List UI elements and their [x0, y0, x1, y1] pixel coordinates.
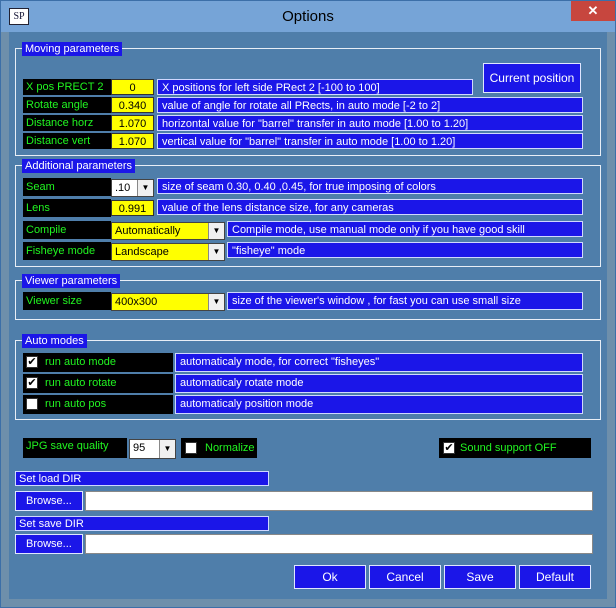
viewer-parameters-title: Viewer parameters: [22, 274, 121, 288]
lens-input[interactable]: 0.991: [111, 200, 154, 216]
x-pos-input[interactable]: 0: [111, 79, 154, 95]
save-button[interactable]: Save: [444, 565, 516, 589]
chevron-down-icon[interactable]: ▼: [208, 223, 224, 239]
normalize-checkbox[interactable]: [185, 442, 197, 454]
lens-label: Lens: [23, 199, 111, 217]
fisheye-mode-label: Fisheye mode: [23, 242, 111, 260]
auto-mode-desc: automaticaly mode, for correct "fisheyes…: [175, 353, 583, 372]
load-browse-button[interactable]: Browse...: [15, 491, 83, 511]
close-button[interactable]: ✕: [571, 1, 615, 21]
compile-desc: Compile mode, use manual mode only if yo…: [227, 221, 583, 237]
ok-button[interactable]: Ok: [294, 565, 366, 589]
window-title: Options: [282, 8, 334, 25]
chevron-down-icon[interactable]: ▼: [137, 180, 153, 196]
fisheye-mode-value: Landscape: [115, 246, 169, 258]
auto-pos-checkbox[interactable]: [26, 398, 38, 410]
save-dir-input[interactable]: [85, 534, 593, 554]
distance-horz-input[interactable]: 1.070: [111, 115, 154, 131]
seam-label: Seam: [23, 178, 111, 196]
fisheye-mode-desc: "fisheye" mode: [227, 242, 583, 258]
auto-mode-checkbox[interactable]: ✔: [26, 356, 38, 368]
lens-desc: value of the lens distance size, for any…: [157, 199, 583, 215]
seam-value: .10: [115, 182, 131, 194]
auto-modes-title: Auto modes: [22, 334, 87, 348]
distance-horz-desc: horizontal value for "barrel" transfer i…: [157, 115, 583, 131]
viewer-size-select[interactable]: 400x300 ▼: [111, 293, 225, 311]
title-bar[interactable]: SP Options ✕: [1, 1, 615, 32]
save-dir-label: Set save DIR: [15, 516, 269, 531]
chevron-down-icon[interactable]: ▼: [208, 244, 224, 260]
sound-label[interactable]: Sound support OFF: [460, 440, 557, 456]
client-area: Moving parameters Current position X pos…: [9, 32, 607, 599]
save-browse-button[interactable]: Browse...: [15, 534, 83, 554]
moving-parameters-title: Moving parameters: [22, 42, 123, 56]
jpg-quality-select[interactable]: 95 ▼: [129, 439, 176, 459]
seam-select[interactable]: .10 ▼: [111, 179, 154, 197]
viewer-size-value: 400x300: [115, 296, 158, 308]
x-pos-desc: X positions for left side PRect 2 [-100 …: [157, 79, 473, 95]
chevron-down-icon[interactable]: ▼: [208, 294, 224, 310]
distance-vert-input[interactable]: 1.070: [111, 133, 154, 149]
auto-rotate-label[interactable]: run auto rotate: [45, 375, 117, 391]
seam-desc: size of seam 0.30, 0.40 ,0.45, for true …: [157, 178, 583, 194]
fisheye-mode-select[interactable]: Landscape ▼: [111, 243, 225, 261]
current-position-button[interactable]: Current position: [483, 63, 581, 93]
compile-label: Compile: [23, 221, 111, 239]
x-pos-label: X pos PRECT 2: [23, 79, 111, 95]
load-dir-label: Set load DIR: [15, 471, 269, 486]
cancel-button[interactable]: Cancel: [369, 565, 441, 589]
additional-parameters-title: Additional parameters: [22, 159, 136, 173]
auto-pos-desc: automaticaly position mode: [175, 395, 583, 414]
options-window: SP Options ✕ Moving parameters Current p…: [0, 0, 616, 608]
rotate-angle-desc: value of angle for rotate all PRects, in…: [157, 97, 583, 113]
distance-horz-label: Distance horz: [23, 115, 111, 131]
close-icon: ✕: [587, 3, 599, 18]
load-dir-input[interactable]: [85, 491, 593, 511]
viewer-size-label: Viewer size: [23, 292, 111, 310]
auto-mode-label[interactable]: run auto mode: [45, 354, 116, 370]
distance-vert-label: Distance vert: [23, 133, 111, 149]
compile-value: Automatically: [115, 225, 181, 237]
normalize-label[interactable]: Normalize: [205, 440, 255, 456]
jpg-quality-label: JPG save quality: [23, 438, 127, 458]
rotate-angle-label: Rotate angle: [23, 97, 111, 113]
auto-rotate-desc: automaticaly rotate mode: [175, 374, 583, 393]
distance-vert-desc: vertical value for "barrel" transfer in …: [157, 133, 583, 149]
auto-pos-label[interactable]: run auto pos: [45, 396, 106, 412]
chevron-down-icon[interactable]: ▼: [159, 440, 175, 458]
rotate-angle-input[interactable]: 0.340: [111, 97, 154, 113]
default-button[interactable]: Default: [519, 565, 591, 589]
sound-checkbox[interactable]: ✔: [443, 442, 455, 454]
jpg-quality-value: 95: [133, 442, 146, 454]
compile-select[interactable]: Automatically ▼: [111, 222, 225, 240]
auto-rotate-checkbox[interactable]: ✔: [26, 377, 38, 389]
viewer-size-desc: size of the viewer's window , for fast y…: [227, 292, 583, 310]
